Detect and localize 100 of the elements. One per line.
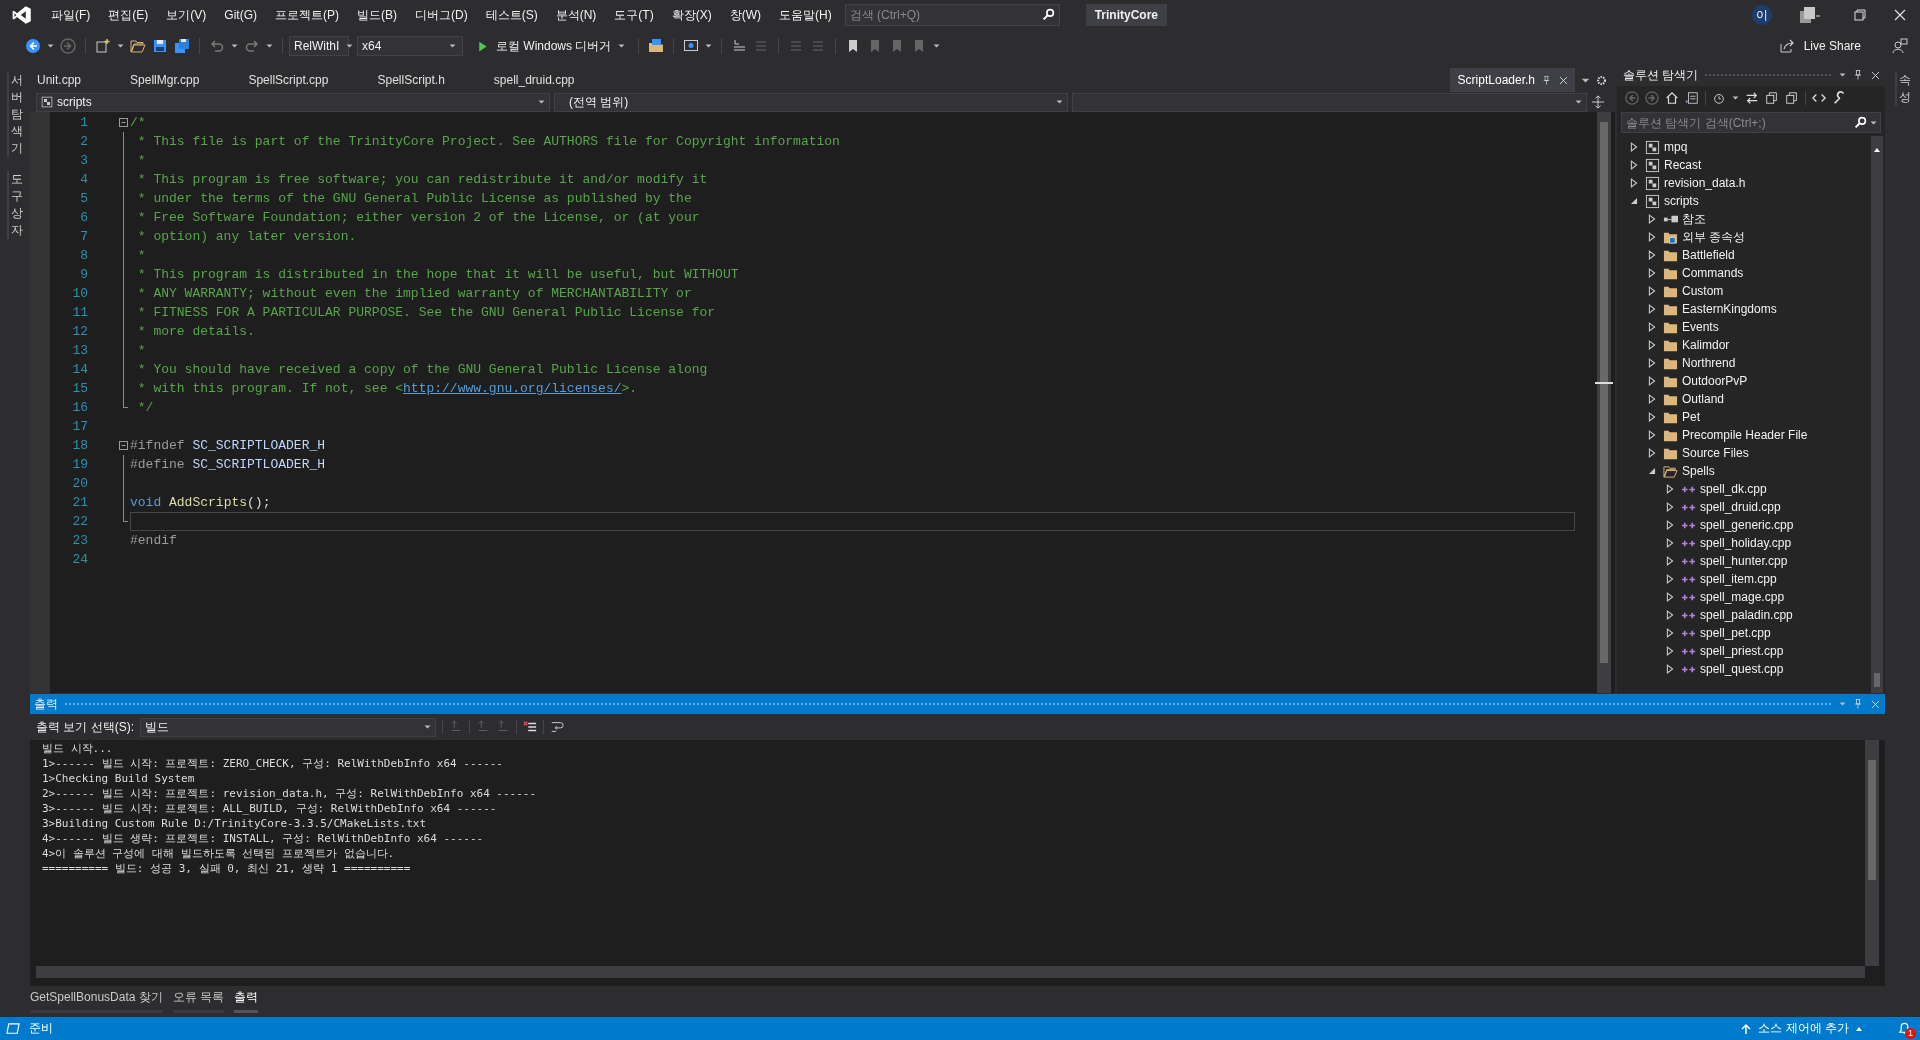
pages-icon[interactable] xyxy=(1785,91,1799,105)
undo-icon[interactable] xyxy=(209,38,225,54)
tree-item[interactable]: Spells xyxy=(1682,464,1715,478)
menu-item[interactable]: 분석(N) xyxy=(546,0,606,30)
close-icon[interactable] xyxy=(1870,69,1881,81)
scrollbar[interactable] xyxy=(1597,112,1611,693)
tree-item[interactable]: spell_priest.cpp xyxy=(1700,644,1784,658)
tree-item[interactable]: OutdoorPvP xyxy=(1682,374,1748,388)
forward-icon[interactable] xyxy=(1645,91,1659,105)
tree-item[interactable]: spell_paladin.cpp xyxy=(1700,608,1793,622)
split-icon[interactable] xyxy=(1591,95,1605,109)
debug-button[interactable]: 로컬 Windows 디버거 xyxy=(469,37,633,55)
tree-item[interactable]: mpq xyxy=(1664,140,1688,154)
open-folder-icon[interactable] xyxy=(130,38,146,54)
link[interactable]: http://www.gnu.org/licenses/ xyxy=(403,381,622,396)
tree-item[interactable]: spell_pet.cpp xyxy=(1700,626,1771,640)
caret-icon[interactable] xyxy=(705,44,713,48)
tree-item[interactable]: EasternKingdoms xyxy=(1682,302,1777,316)
tree-item[interactable]: Pet xyxy=(1682,410,1700,424)
collapse-icon[interactable] xyxy=(119,441,128,450)
tree-item[interactable]: Custom xyxy=(1682,284,1724,298)
menu-item[interactable]: 파일(F) xyxy=(42,0,100,30)
new-project-icon[interactable] xyxy=(95,38,111,54)
source-control-button[interactable]: 소스 제어에 추가 xyxy=(1734,1019,1869,1038)
panel-tab[interactable]: GetSpellBonusData 찾기 xyxy=(30,985,163,1013)
platform-dropdown[interactable]: x64 xyxy=(357,36,463,56)
collapse-icon[interactable] xyxy=(119,118,128,127)
tree-item[interactable]: Events xyxy=(1682,320,1719,334)
tree-item[interactable]: spell_holiday.cpp xyxy=(1700,536,1792,550)
document-tab[interactable]: SpellScript.h xyxy=(370,68,487,92)
pages-icon[interactable] xyxy=(1765,91,1779,105)
clear-list-icon[interactable] xyxy=(523,720,537,734)
menu-item[interactable]: 빌드(B) xyxy=(348,0,406,30)
save-all-icon[interactable] xyxy=(174,38,190,54)
caret-icon[interactable] xyxy=(933,44,941,48)
tree-item[interactable]: Precompile Header File xyxy=(1682,428,1808,442)
wrench-icon[interactable] xyxy=(1832,91,1846,105)
tree-item[interactable]: spell_generic.cpp xyxy=(1700,518,1794,532)
scrollbar[interactable] xyxy=(1871,136,1883,693)
menu-item[interactable]: 도움말(H) xyxy=(770,0,841,30)
tree-item[interactable]: spell_dk.cpp xyxy=(1700,482,1767,496)
horizontal-scrollbar[interactable] xyxy=(36,966,1865,978)
tree-item[interactable]: Recast xyxy=(1664,158,1702,172)
pin-icon[interactable] xyxy=(1541,74,1552,86)
panel-tab[interactable]: 출력 xyxy=(234,985,259,1013)
document-icon[interactable] xyxy=(1685,91,1699,105)
scrollbar-thumb[interactable] xyxy=(1874,673,1880,687)
indent-icon[interactable] xyxy=(731,38,748,54)
menu-item[interactable]: 테스트(S) xyxy=(476,0,547,30)
caret-icon[interactable] xyxy=(117,44,124,48)
home-icon[interactable] xyxy=(1665,91,1679,105)
tab-list-icon[interactable] xyxy=(1581,77,1590,83)
tree-item[interactable]: revision_data.h xyxy=(1664,176,1746,190)
search-field[interactable]: 검색 (Ctrl+Q) xyxy=(844,4,1060,26)
document-tab[interactable]: SpellMgr.cpp xyxy=(123,68,242,92)
document-tab[interactable]: ScriptLoader.h xyxy=(1449,68,1575,92)
document-tab[interactable]: Unit.cpp xyxy=(30,68,124,92)
tree-item[interactable]: spell_hunter.cpp xyxy=(1700,554,1788,568)
code-icon[interactable] xyxy=(1812,91,1826,105)
caret-icon[interactable] xyxy=(266,44,273,48)
menu-item[interactable]: 편집(E) xyxy=(99,0,158,30)
menu-item[interactable]: 디버그(D) xyxy=(406,0,477,30)
wrap-icon[interactable] xyxy=(550,720,564,734)
find-folder-icon[interactable] xyxy=(648,38,665,54)
panel-icon[interactable] xyxy=(6,1021,21,1036)
panel-tab[interactable]: 오류 목록 xyxy=(172,985,225,1013)
menu-item[interactable]: 확장(X) xyxy=(662,0,721,30)
tree-item[interactable]: Battlefield xyxy=(1682,248,1735,262)
account-avatar[interactable]: 이 xyxy=(1752,5,1772,25)
side-tab[interactable]: 속성 xyxy=(1894,72,1911,106)
menu-item[interactable]: 프로젝트(P) xyxy=(266,0,348,30)
caret-icon[interactable] xyxy=(47,44,54,48)
tree-item[interactable]: Kalimdor xyxy=(1682,338,1730,352)
redo-icon[interactable] xyxy=(244,38,260,54)
side-tab[interactable]: 도구 상자 xyxy=(7,171,23,239)
search-icon[interactable] xyxy=(1854,116,1867,129)
menu-item[interactable]: 도구(T) xyxy=(605,0,663,30)
tree-item[interactable]: Source Files xyxy=(1682,446,1749,460)
caret-icon[interactable] xyxy=(231,44,238,48)
caret-icon[interactable] xyxy=(1839,73,1846,77)
tree-item[interactable]: 외부 종속성 xyxy=(1682,228,1746,246)
caret-icon[interactable] xyxy=(1870,121,1877,125)
forward-icon[interactable] xyxy=(60,38,76,54)
search-field[interactable]: 솔루션 탐색기 검색(Ctrl+;) xyxy=(1621,112,1881,133)
tree-item[interactable]: spell_quest.cpp xyxy=(1700,662,1784,676)
scrollbar-thumb[interactable] xyxy=(1868,760,1876,880)
output-source-dropdown[interactable]: 빌드 xyxy=(140,717,436,737)
menu-item[interactable]: Git(G) xyxy=(215,0,266,30)
project-dropdown[interactable]: scripts xyxy=(36,92,550,112)
arrows-icon[interactable] xyxy=(1745,91,1759,105)
tree-item[interactable]: Northrend xyxy=(1682,356,1736,370)
tree-item[interactable]: 참조 xyxy=(1682,210,1706,228)
document-tab[interactable]: spell_druid.cpp xyxy=(486,68,617,92)
scrollbar[interactable] xyxy=(1865,740,1879,966)
search-icon[interactable] xyxy=(1041,8,1055,21)
pin-icon[interactable] xyxy=(1852,69,1864,81)
tree-item[interactable]: Commands xyxy=(1682,266,1744,280)
screen-icon[interactable] xyxy=(683,38,700,54)
tree-item[interactable]: spell_mage.cpp xyxy=(1700,590,1785,604)
document-tab[interactable]: SpellScript.cpp xyxy=(241,68,371,92)
